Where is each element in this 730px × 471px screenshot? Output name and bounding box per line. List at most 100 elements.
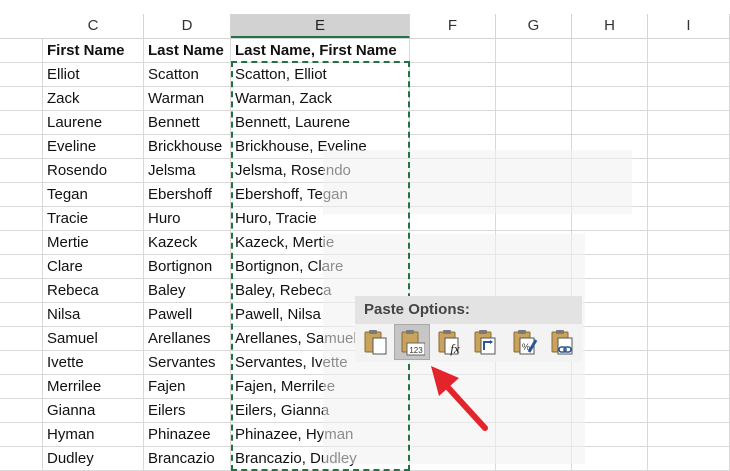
column-header-c[interactable]: C [43,14,144,38]
paste-transpose-button[interactable] [468,324,504,360]
empty-cell[interactable] [410,63,496,87]
cell-first-name[interactable]: Hyman [43,423,144,447]
empty-cell[interactable] [410,87,496,111]
empty-cell[interactable] [410,111,496,135]
row-number-cell[interactable] [0,279,43,303]
paste-formatting-button[interactable]: % [507,324,543,360]
row-number-cell[interactable] [0,399,43,423]
empty-cell[interactable] [496,63,572,87]
empty-cell[interactable] [572,63,648,87]
cell-last-name[interactable]: Brickhouse [144,135,231,159]
empty-cell[interactable] [572,39,648,63]
row-number-cell[interactable] [0,135,43,159]
cell-last-name[interactable]: Servantes [144,351,231,375]
row-number-cell[interactable] [0,375,43,399]
empty-cell[interactable] [648,279,730,303]
cell-first-name[interactable]: Zack [43,87,144,111]
cell-first-name[interactable]: Samuel [43,327,144,351]
header-cell-first-name[interactable]: First Name [43,39,144,63]
cell-first-name[interactable]: Merrilee [43,375,144,399]
empty-cell[interactable] [648,423,730,447]
row-number-cell[interactable] [0,111,43,135]
row-number-cell[interactable] [0,303,43,327]
cell-first-name[interactable]: Dudley [43,447,144,471]
row-number-cell[interactable] [0,351,43,375]
column-header-e[interactable]: E [231,14,410,38]
empty-cell[interactable] [648,159,730,183]
row-number-cell[interactable] [0,183,43,207]
column-header-g[interactable]: G [496,14,572,38]
row-number-cell[interactable] [0,255,43,279]
row-number-cell[interactable] [0,39,43,63]
row-number-cell[interactable] [0,447,43,471]
cell-first-name[interactable]: Rebeca [43,279,144,303]
row-number-cell[interactable] [0,63,43,87]
empty-cell[interactable] [648,39,730,63]
column-header-i[interactable]: I [648,14,730,38]
row-number-cell[interactable] [0,87,43,111]
empty-cell[interactable] [648,135,730,159]
cell-first-name[interactable]: Rosendo [43,159,144,183]
empty-cell[interactable] [648,447,730,471]
cell-full-name[interactable]: Warman, Zack [231,87,410,111]
cell-first-name[interactable]: Elliot [43,63,144,87]
cell-first-name[interactable]: Gianna [43,399,144,423]
empty-cell[interactable] [496,111,572,135]
cell-last-name[interactable]: Phinazee [144,423,231,447]
empty-cell[interactable] [648,303,730,327]
empty-cell[interactable] [648,63,730,87]
empty-cell[interactable] [410,39,496,63]
row-number-cell[interactable] [0,207,43,231]
header-cell-last-name[interactable]: Last Name [144,39,231,63]
row-number-cell[interactable] [0,231,43,255]
empty-cell[interactable] [648,327,730,351]
cell-first-name[interactable]: Ivette [43,351,144,375]
empty-cell[interactable] [648,399,730,423]
cell-last-name[interactable]: Brancazio [144,447,231,471]
cell-last-name[interactable]: Eilers [144,399,231,423]
empty-cell[interactable] [648,87,730,111]
paste-values-button[interactable]: 123 [394,324,430,360]
empty-cell[interactable] [496,87,572,111]
row-number-cell[interactable] [0,327,43,351]
paste-button[interactable] [358,324,394,360]
cell-last-name[interactable]: Bennett [144,111,231,135]
empty-cell[interactable] [648,231,730,255]
cell-last-name[interactable]: Baley [144,279,231,303]
empty-cell[interactable] [648,375,730,399]
paste-formulas-button[interactable]: fx [432,324,468,360]
cell-last-name[interactable]: Kazeck [144,231,231,255]
cell-first-name[interactable]: Tracie [43,207,144,231]
paste-link-button[interactable] [545,324,581,360]
column-header-f[interactable]: F [410,14,496,38]
cell-last-name[interactable]: Fajen [144,375,231,399]
cell-last-name[interactable]: Warman [144,87,231,111]
cell-first-name[interactable]: Nilsa [43,303,144,327]
empty-cell[interactable] [572,87,648,111]
empty-cell[interactable] [648,111,730,135]
cell-first-name[interactable]: Laurene [43,111,144,135]
cell-first-name[interactable]: Clare [43,255,144,279]
header-cell-full-name[interactable]: Last Name, First Name [231,39,410,63]
empty-cell[interactable] [648,207,730,231]
empty-cell[interactable] [496,39,572,63]
cell-first-name[interactable]: Eveline [43,135,144,159]
cell-last-name[interactable]: Huro [144,207,231,231]
cell-last-name[interactable]: Ebershoff [144,183,231,207]
cell-last-name[interactable]: Pawell [144,303,231,327]
empty-cell[interactable] [648,255,730,279]
row-number-cell[interactable] [0,423,43,447]
empty-cell[interactable] [648,351,730,375]
cell-full-name[interactable]: Scatton, Elliot [231,63,410,87]
row-number-cell[interactable] [0,159,43,183]
cell-last-name[interactable]: Scatton [144,63,231,87]
column-header-d[interactable]: D [144,14,231,38]
cell-full-name[interactable]: Bennett, Laurene [231,111,410,135]
cell-first-name[interactable]: Mertie [43,231,144,255]
cell-first-name[interactable]: Tegan [43,183,144,207]
cell-last-name[interactable]: Jelsma [144,159,231,183]
cell-last-name[interactable]: Arellanes [144,327,231,351]
empty-cell[interactable] [572,111,648,135]
cell-last-name[interactable]: Bortignon [144,255,231,279]
column-header-h[interactable]: H [572,14,648,38]
